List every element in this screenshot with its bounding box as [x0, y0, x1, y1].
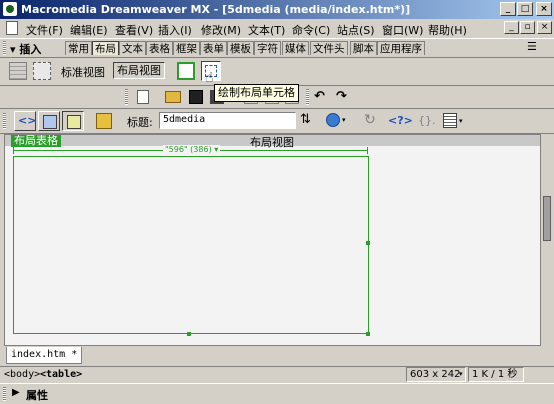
layout-view-button[interactable]: 布局视图	[113, 62, 165, 79]
panel-options-icon[interactable]: ☰	[527, 40, 537, 53]
tab-head[interactable]: 文件头	[310, 41, 348, 55]
toolbar-grip-2[interactable]	[306, 89, 309, 105]
window-size-display[interactable]: 603 x 242	[406, 367, 466, 382]
document-tab-bar: index.htm *	[0, 346, 554, 365]
resize-handle-right[interactable]	[366, 241, 370, 245]
column-width-label[interactable]: "596" (386) ▾	[163, 145, 221, 155]
doc-toolbar-grip[interactable]	[3, 113, 6, 129]
column-width-bar[interactable]: "596" (386) ▾	[13, 145, 368, 155]
resize-handle-corner[interactable]	[366, 332, 370, 336]
menu-view[interactable]: 查看(V)	[115, 22, 153, 38]
tab-characters[interactable]: 字符	[254, 41, 281, 55]
title-input[interactable]: 5dmedia	[159, 112, 296, 129]
properties-grip[interactable]	[3, 387, 6, 401]
toolbar-grip[interactable]	[125, 89, 128, 105]
maximize-button[interactable]: □	[517, 2, 533, 16]
menu-site[interactable]: 站点(S)	[337, 22, 375, 38]
layout-table-icon[interactable]	[9, 62, 27, 80]
tab-frames[interactable]: 框架	[173, 41, 200, 55]
undo-icon[interactable]: ↶	[314, 89, 325, 104]
menu-commands[interactable]: 命令(C)	[292, 22, 330, 38]
tag-selector-body[interactable]: <body>	[4, 369, 40, 380]
insert-panel-label[interactable]: ▾ 插入	[10, 41, 41, 57]
design-view-button[interactable]	[62, 111, 84, 131]
code-view-button[interactable]: <>	[14, 111, 36, 131]
dreamweaver-window: Macromedia Dreamweaver MX - [5dmedia (me…	[0, 0, 554, 403]
design-view-icon	[67, 115, 81, 129]
open-folder-icon[interactable]	[165, 91, 181, 103]
tab-tables[interactable]: 表格	[146, 41, 173, 55]
tab-text[interactable]: 文本	[119, 41, 146, 55]
tab-script[interactable]: 脚本	[350, 41, 377, 55]
layout-cell-icon[interactable]	[33, 62, 51, 80]
doc-minimize-button[interactable]: _	[504, 21, 519, 34]
expand-arrow-icon[interactable]: ▶	[12, 387, 20, 398]
tab-forms[interactable]: 表单	[200, 41, 227, 55]
properties-label: 属性	[26, 389, 48, 402]
properties-panel-bar[interactable]: ▶ 属性	[0, 383, 554, 404]
document-icon	[6, 21, 18, 35]
reference-icon[interactable]: <?>	[388, 114, 413, 127]
doc-restore-button[interactable]: ▫	[520, 21, 535, 34]
tab-application[interactable]: 应用程序	[377, 41, 425, 55]
save-icon[interactable]	[189, 90, 203, 104]
layout-insert-row: 标准视图 布局视图	[0, 57, 554, 86]
tab-layout[interactable]: 布局	[92, 41, 119, 55]
resize-handle-bottom[interactable]	[187, 332, 191, 336]
minimize-button[interactable]: _	[500, 2, 516, 16]
menu-bar: 文件(F) 编辑(E) 查看(V) 插入(I) 修改(M) 文本(T) 命令(C…	[0, 19, 554, 37]
menu-modify[interactable]: 修改(M)	[201, 22, 241, 38]
layout-table-tab[interactable]: 布局表格	[11, 135, 61, 147]
document-tab[interactable]: index.htm *	[6, 347, 83, 364]
menu-text[interactable]: 文本(T)	[248, 22, 285, 38]
preview-dropdown-icon[interactable]: ▾	[342, 116, 346, 124]
menu-help[interactable]: 帮助(H)	[428, 22, 467, 38]
code-navigation-icon[interactable]: {}.	[418, 114, 436, 127]
tag-selector-table[interactable]: <table>	[40, 369, 82, 380]
title-label: 标题:	[127, 116, 153, 129]
file-size-display: 1 K / 1 秒	[468, 367, 524, 382]
standard-view-label[interactable]: 标准视图	[61, 64, 105, 80]
new-document-icon[interactable]	[137, 90, 149, 104]
tooltip: 绘制布局单元格	[214, 84, 299, 102]
live-data-icon[interactable]	[96, 113, 112, 129]
menu-window[interactable]: 窗口(W)	[382, 22, 423, 38]
window-size-dropdown-icon[interactable]: ▾	[459, 370, 463, 378]
design-canvas[interactable]: 布局视图 布局表格 "596" (386) ▾	[4, 134, 541, 346]
tab-media[interactable]: 媒体	[282, 41, 309, 55]
refresh-icon[interactable]: ↻	[364, 112, 376, 128]
window-title: Macromedia Dreamweaver MX - [5dmedia (me…	[21, 3, 411, 16]
split-view-button[interactable]	[38, 111, 60, 131]
close-button[interactable]: ×	[536, 2, 552, 16]
tab-common[interactable]: 常用	[65, 41, 92, 55]
document-toolbar: <> 标题: 5dmedia ⇅ ▾ ↻ <?> {}. ▾	[0, 109, 554, 134]
file-management-icon[interactable]: ⇅	[300, 112, 318, 129]
panel-grip[interactable]	[3, 41, 6, 55]
cursor-hand-icon: ☝	[205, 70, 214, 86]
layout-table[interactable]	[13, 156, 369, 334]
menu-edit[interactable]: 编辑(E)	[70, 22, 108, 38]
layout-view-header: 布局视图	[5, 135, 540, 149]
tab-templates[interactable]: 模板	[227, 41, 254, 55]
title-bar[interactable]: Macromedia Dreamweaver MX - [5dmedia (me…	[0, 0, 554, 19]
view-options-icon[interactable]	[443, 113, 457, 128]
split-view-icon	[43, 115, 57, 129]
doc-close-button[interactable]: ×	[537, 21, 552, 34]
dreamweaver-logo-icon	[3, 2, 17, 16]
preview-browser-icon[interactable]	[326, 113, 340, 127]
insert-bar: ▾ 插入 常用 布局 文本 表格 框架 表单 模板 字符 媒体 文件头 脚本 应…	[0, 38, 554, 58]
code-view-icon: <>	[18, 114, 37, 127]
view-options-dropdown-icon[interactable]: ▾	[459, 117, 463, 125]
redo-icon[interactable]: ↷	[336, 89, 347, 104]
menu-insert[interactable]: 插入(I)	[158, 22, 192, 38]
menu-file[interactable]: 文件(F)	[26, 22, 63, 38]
panel-collapse-handle[interactable]	[543, 196, 551, 241]
status-bar: <body> <table> 603 x 242 ▾ 1 K / 1 秒	[0, 366, 554, 384]
draw-layout-table-icon[interactable]	[177, 62, 195, 80]
